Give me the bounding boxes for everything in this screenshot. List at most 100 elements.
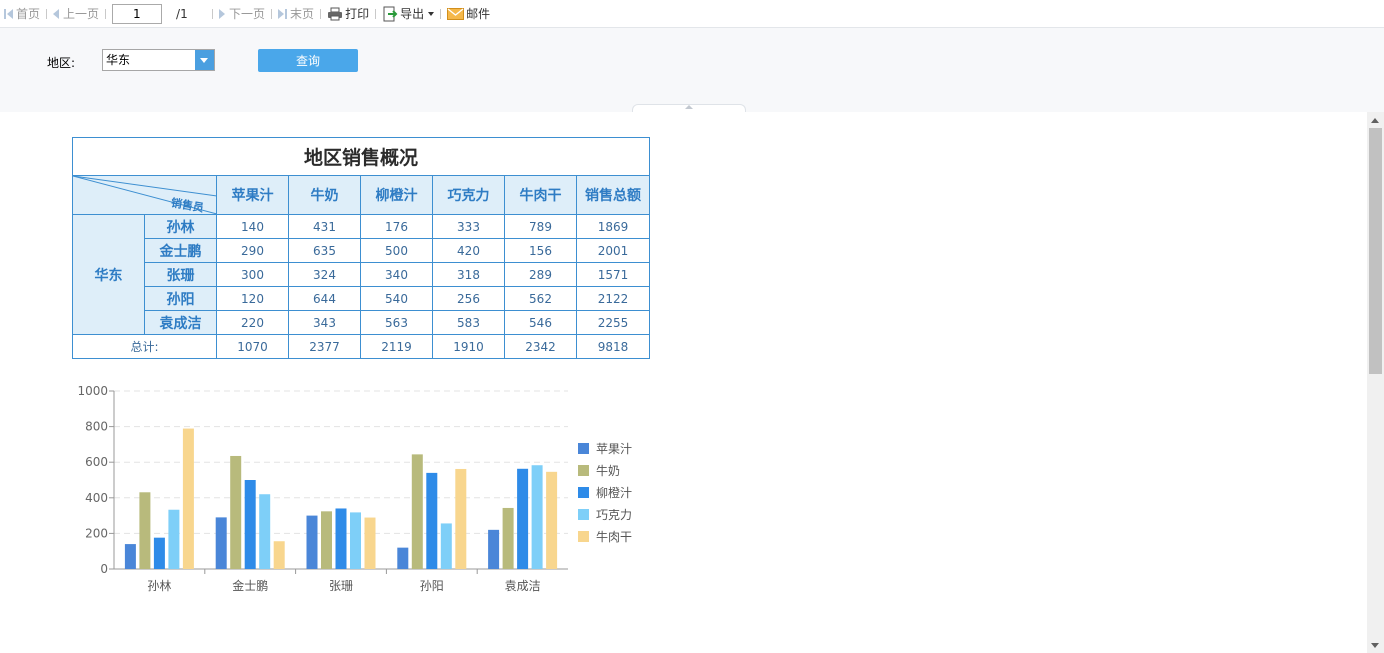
col-header: 巧克力 — [432, 175, 505, 215]
salesperson-cell: 张珊 — [144, 262, 217, 287]
query-button[interactable]: 查询 — [258, 49, 358, 72]
table-row: 袁成洁 220 343 563 583 546 2255 — [73, 310, 651, 335]
table-row: 华东 孙林 140 431 176 333 789 1869 — [72, 214, 651, 335]
first-page-label: 首页 — [16, 7, 41, 21]
mail-label: 邮件 — [466, 7, 491, 21]
bar — [153, 537, 165, 569]
value-cell: 583 — [432, 310, 505, 335]
bar — [244, 480, 256, 569]
x-tick-label: 孙阳 — [420, 579, 444, 593]
col-header: 柳橙汁 — [360, 175, 433, 215]
value-cell: 140 — [216, 214, 289, 239]
value-cell: 220 — [216, 310, 289, 335]
value-cell: 635 — [288, 238, 361, 263]
y-tick-label: 1000 — [77, 384, 108, 398]
page-number-input[interactable] — [112, 3, 163, 24]
first-page-icon — [4, 8, 6, 19]
x-tick-label: 孙林 — [147, 579, 171, 593]
value-cell: 540 — [360, 286, 433, 311]
value-cell: 1869 — [575, 214, 651, 239]
collapse-panel-toggle[interactable] — [632, 104, 746, 112]
region-label: 地区: — [47, 56, 76, 70]
scroll-down-icon[interactable] — [1371, 643, 1379, 648]
col-header: 牛肉干 — [504, 175, 577, 215]
x-tick-label: 金士鹏 — [232, 578, 268, 593]
salesperson-cell: 孙阳 — [144, 286, 217, 311]
value-cell: 431 — [288, 214, 361, 239]
value-cell: 343 — [288, 310, 361, 335]
salesperson-cell: 孙林 — [144, 214, 217, 239]
export-button[interactable]: 导出 — [382, 0, 435, 28]
total-row: 总计: 1070 2377 2119 1910 2342 9818 — [72, 334, 651, 359]
region-cell: 华东 — [72, 214, 145, 335]
last-page-label: 末页 — [290, 7, 315, 21]
first-page-button[interactable]: 首页 — [4, 0, 40, 28]
total-cell: 9818 — [575, 334, 651, 359]
bar — [335, 508, 347, 569]
legend-swatch — [578, 465, 589, 476]
export-icon — [383, 6, 398, 21]
chevron-down-icon — [428, 11, 435, 16]
bar — [321, 511, 332, 569]
total-label: 总计: — [72, 334, 217, 359]
value-cell: 563 — [360, 310, 433, 335]
bar — [306, 515, 318, 569]
chevron-down-icon[interactable] — [195, 50, 214, 70]
region-select-value: 华东 — [106, 53, 131, 67]
value-cell: 500 — [360, 238, 433, 263]
last-page-button[interactable]: 末页 — [278, 0, 314, 28]
legend-label: 柳橙汁 — [596, 485, 632, 500]
value-cell: 644 — [288, 286, 361, 311]
value-cell: 289 — [504, 262, 577, 287]
last-page-icon — [278, 8, 285, 19]
legend-swatch — [578, 443, 589, 454]
value-cell: 156 — [504, 238, 577, 263]
bar — [488, 529, 500, 569]
value-cell: 2122 — [575, 286, 651, 311]
next-page-icon — [219, 8, 226, 19]
legend-swatch — [578, 531, 589, 542]
region-select[interactable]: 华东 — [102, 49, 215, 71]
bar — [455, 468, 467, 569]
bar — [215, 517, 227, 569]
y-tick-label: 800 — [85, 420, 108, 434]
report-title: 地区销售概况 — [71, 137, 651, 176]
bar — [397, 547, 409, 569]
value-cell: 290 — [216, 238, 289, 263]
scroll-up-icon[interactable] — [1371, 118, 1379, 123]
prev-page-button[interactable]: 上一页 — [53, 0, 99, 28]
x-tick-label: 袁成洁 — [505, 579, 541, 593]
prev-page-label: 上一页 — [63, 7, 100, 21]
value-cell: 1571 — [575, 262, 651, 287]
value-cell: 562 — [504, 286, 577, 311]
vertical-scrollbar[interactable] — [1367, 112, 1384, 653]
y-tick-label: 0 — [100, 562, 108, 576]
table-row: 孙阳 120 644 540 256 562 2122 — [73, 286, 651, 311]
value-cell: 318 — [432, 262, 505, 287]
legend-label: 牛奶 — [596, 463, 620, 478]
legend-label: 牛肉干 — [596, 529, 632, 544]
total-cell: 2377 — [288, 334, 361, 359]
bar — [426, 472, 438, 569]
scrollbar-thumb[interactable] — [1369, 128, 1382, 374]
table-row: 金士鹏 290 635 500 420 156 2001 — [73, 238, 651, 263]
next-page-button[interactable]: 下一页 — [219, 0, 265, 28]
export-label: 导出 — [400, 7, 425, 21]
print-button[interactable]: 打印 — [327, 0, 369, 28]
legend-label: 巧克力 — [596, 508, 632, 522]
legend-label: 苹果汁 — [596, 442, 632, 456]
value-cell: 340 — [360, 262, 433, 287]
bar — [259, 494, 271, 569]
value-cell: 420 — [432, 238, 505, 263]
col-header: 牛奶 — [288, 175, 361, 215]
total-cell: 2119 — [360, 334, 433, 359]
salesperson-cell: 金士鹏 — [144, 238, 217, 263]
value-cell: 2001 — [575, 238, 651, 263]
value-cell: 333 — [432, 214, 505, 239]
total-cell: 1070 — [216, 334, 289, 359]
bar — [502, 507, 514, 569]
parameter-panel: 地区: 华东 查询 — [0, 28, 1384, 112]
bar — [230, 455, 242, 569]
report-toolbar: 首页 上一页 /1 下一页 末页 打印 导出 — [0, 0, 1384, 28]
mail-button[interactable]: 邮件 — [447, 0, 490, 28]
